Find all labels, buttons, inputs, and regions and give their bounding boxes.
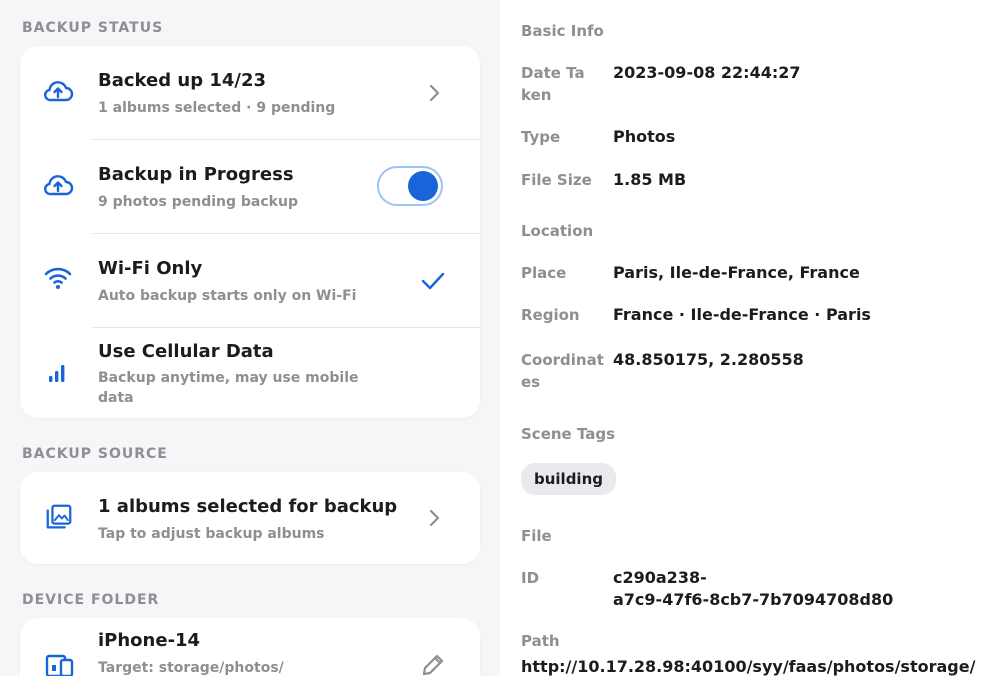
id-label: ID	[521, 569, 540, 587]
backup-source-card[interactable]: 1 albums selected for backup Tap to adju…	[20, 472, 480, 564]
place-value: Paris, Ile-de-France, France	[613, 263, 860, 282]
place-label: Place	[521, 264, 567, 282]
type-value: Photos	[613, 127, 676, 146]
basic-info-header: Basic Info	[521, 22, 604, 40]
region-value: France · Ile-de-France · Paris	[613, 305, 871, 324]
photo-details-panel: Basic Info Date Taken 2023-09-08 22:44:2…	[500, 0, 1000, 676]
toggle-knob	[408, 171, 438, 201]
backup-in-progress-title: Backup in Progress	[98, 164, 294, 185]
device-folder-subtitle: Target: storage/photos/	[98, 660, 284, 676]
region-label: Region	[521, 306, 580, 324]
devices-icon	[45, 654, 74, 676]
chevron-right-icon	[429, 84, 440, 102]
device-folder-title: iPhone-14	[98, 630, 201, 651]
backup-settings-panel: BACKUP STATUS Backed up 14/23 1 albums s…	[0, 0, 500, 676]
device-folder-card: iPhone-14 Target: storage/photos/	[20, 618, 480, 676]
wifi-only-row[interactable]: Wi-Fi Only Auto backup starts only on Wi…	[20, 234, 480, 327]
coordinates-label: Coordinates	[521, 351, 604, 391]
coordinates-value: 48.850175, 2.280558	[613, 350, 804, 369]
cellular-signal-icon	[49, 365, 65, 382]
device-folder-section-title: DEVICE FOLDER	[22, 592, 160, 608]
backed-up-subtitle: 1 albums selected · 9 pending	[98, 100, 336, 116]
chevron-right-icon	[429, 509, 440, 527]
backed-up-title: Backed up 14/23	[98, 70, 267, 91]
date-taken-label: Date Taken	[521, 64, 585, 104]
backup-in-progress-toggle[interactable]	[377, 166, 443, 206]
edit-pencil-icon[interactable]	[420, 652, 446, 676]
wifi-icon	[44, 267, 72, 289]
scene-tags-header: Scene Tags	[521, 425, 616, 443]
photo-album-icon	[46, 504, 72, 529]
use-cellular-row[interactable]: Use Cellular Data Backup anytime, may us…	[20, 328, 480, 418]
wifi-only-title: Wi-Fi Only	[98, 258, 203, 279]
backup-status-section-title: BACKUP STATUS	[22, 20, 164, 36]
path-value: http://10.17.28.98:40100/syy/faas/photos…	[521, 657, 976, 676]
date-taken-value: 2023-09-08 22:44:27	[613, 63, 801, 82]
file-header: File	[521, 527, 552, 545]
location-header: Location	[521, 222, 594, 240]
backed-up-row[interactable]: Backed up 14/23 1 albums selected · 9 pe…	[20, 46, 480, 139]
checkmark-icon	[421, 272, 445, 290]
cloud-upload-icon	[44, 175, 74, 196]
backup-source-subtitle: Tap to adjust backup albums	[98, 526, 325, 542]
file-size-value: 1.85 MB	[613, 170, 687, 189]
id-value-line2: a7c9-47f6-8cb7-7b7094708d80	[613, 590, 894, 609]
backup-in-progress-subtitle: 9 photos pending backup	[98, 194, 298, 210]
backup-source-title: 1 albums selected for backup	[98, 496, 398, 517]
file-size-label: File Size	[521, 171, 592, 189]
wifi-only-subtitle: Auto backup starts only on Wi-Fi	[98, 288, 357, 304]
scene-tag-chip[interactable]: building	[521, 463, 616, 495]
backup-status-card: Backed up 14/23 1 albums selected · 9 pe…	[20, 46, 480, 418]
type-label: Type	[521, 128, 561, 146]
use-cellular-subtitle: Backup anytime, may use mobile data	[98, 370, 359, 406]
id-value-line1: c290a238-	[613, 568, 707, 587]
use-cellular-title: Use Cellular Data	[98, 341, 274, 362]
cloud-upload-icon	[44, 81, 74, 102]
path-label: Path	[521, 632, 560, 650]
backup-source-section-title: BACKUP SOURCE	[22, 446, 168, 462]
